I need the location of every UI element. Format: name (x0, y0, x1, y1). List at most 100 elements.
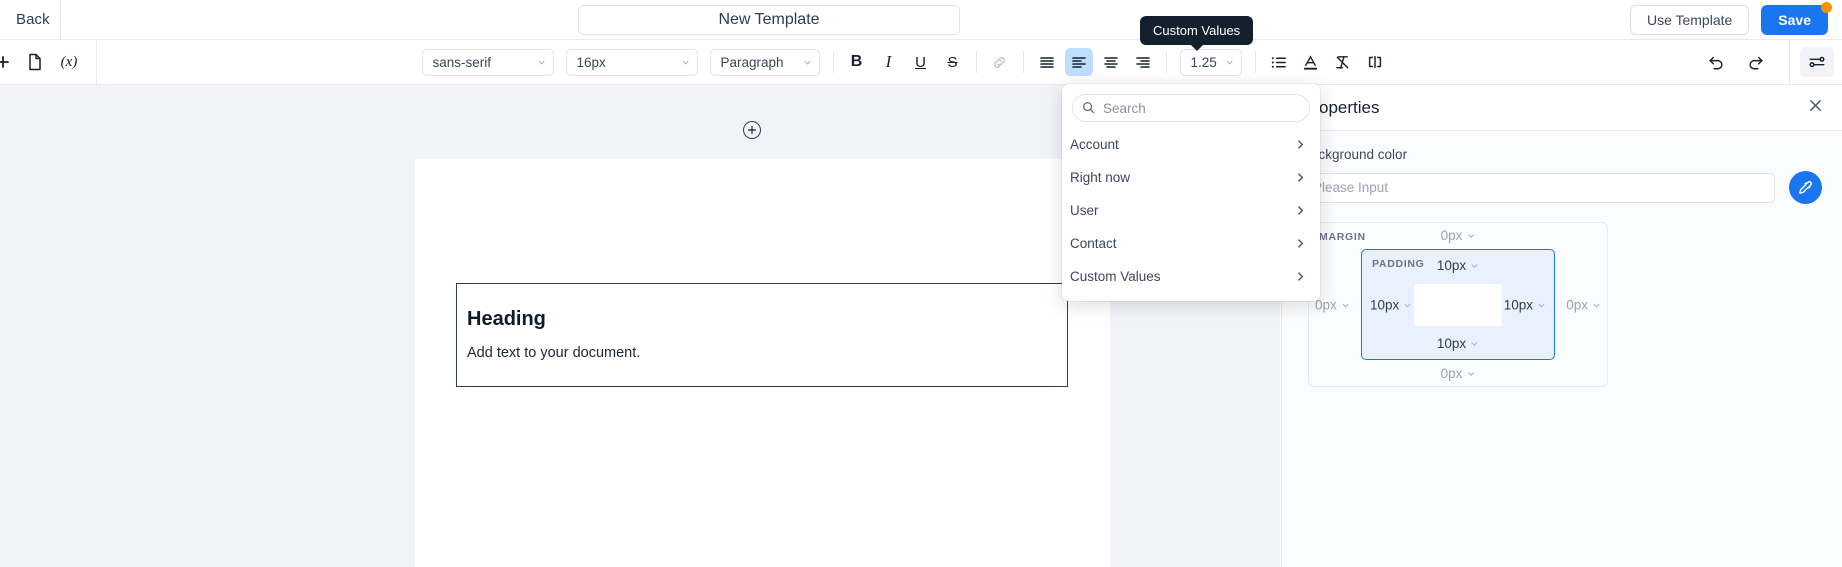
redo-icon[interactable] (1739, 47, 1773, 77)
toolbar-right-group (1699, 39, 1842, 85)
chevron-down-icon (1467, 234, 1475, 239)
undo-icon[interactable] (1699, 47, 1733, 77)
margin-right-value: 0px (1566, 297, 1588, 312)
toolbar-separator (832, 51, 834, 73)
line-height-value: 1.25 (1190, 54, 1217, 70)
dropdown-item-right-now[interactable]: Right now (1062, 161, 1320, 194)
content-box (1414, 283, 1502, 326)
align-justify-button[interactable] (1033, 48, 1061, 76)
app-root: Back Use Template Save Custom Values (0, 0, 1842, 567)
formula-variable-icon[interactable]: (x) (52, 47, 86, 77)
chevron-down-icon (537, 60, 545, 65)
dropdown-search-field[interactable] (1072, 94, 1310, 122)
properties-header: Properties (1282, 85, 1842, 131)
editor-toolbar: (x) sans-serif 16px Paragraph B I U S 1.… (0, 39, 1842, 85)
block-paragraph: Add text to your document. (467, 345, 641, 361)
clear-formatting-icon[interactable] (1329, 48, 1357, 76)
save-button[interactable]: Save (1761, 5, 1828, 35)
padding-top-control[interactable]: 10px (1437, 258, 1479, 273)
padding-box: PADDING 10px 10px 10px 10px (1361, 249, 1555, 360)
dropdown-item-account[interactable]: Account (1062, 128, 1320, 161)
chevron-right-icon (1298, 272, 1304, 281)
background-color-input[interactable] (1302, 172, 1775, 203)
padding-bottom-value: 10px (1436, 336, 1467, 351)
chevron-down-icon (681, 60, 689, 65)
topbar-divider (59, 0, 61, 40)
font-size-value: 16px (576, 54, 606, 70)
align-center-button[interactable] (1097, 48, 1125, 76)
margin-left-value: 0px (1315, 297, 1337, 312)
spacing-widget: MARGIN 0px 0px 0px 0px PADDING 10px 10px… (1308, 222, 1608, 387)
font-size-select[interactable]: 16px (565, 48, 698, 76)
align-left-button[interactable] (1064, 48, 1093, 76)
italic-button[interactable]: I (875, 48, 903, 76)
chevron-right-icon (1298, 140, 1304, 149)
dropdown-item-custom-values[interactable]: Custom Values (1062, 260, 1320, 293)
dropdown-item-contact[interactable]: Contact (1062, 227, 1320, 260)
dropdown-item-label: User (1070, 203, 1099, 218)
close-icon[interactable] (1807, 97, 1824, 118)
toolbar-divider-2 (1789, 39, 1790, 85)
padding-bottom-control[interactable]: 10px (1437, 336, 1479, 351)
padding-label: PADDING (1372, 258, 1425, 270)
strikethrough-button[interactable]: S (939, 48, 967, 76)
margin-label: MARGIN (1319, 231, 1366, 243)
chevron-down-icon (1538, 303, 1545, 308)
add-block-button[interactable] (743, 121, 761, 139)
toolbar-separator (1022, 51, 1024, 73)
properties-panel-toggle-icon[interactable] (1800, 47, 1834, 77)
margin-bottom-control[interactable]: 0px (1441, 366, 1476, 381)
document-page[interactable]: Heading Add text to your document. (415, 159, 1110, 567)
add-element-icon[interactable] (0, 47, 18, 77)
align-right-button[interactable] (1129, 48, 1157, 76)
custom-values-icon[interactable] (1361, 48, 1389, 76)
chevron-down-icon (1471, 264, 1478, 269)
chevron-right-icon (1298, 206, 1304, 215)
template-title-input[interactable] (578, 5, 960, 35)
font-family-select[interactable]: sans-serif (421, 48, 554, 76)
text-block[interactable]: Heading Add text to your document. (456, 283, 1068, 387)
dropdown-item-user[interactable]: User (1062, 194, 1320, 227)
dropdown-item-label: Custom Values (1070, 269, 1161, 284)
block-heading: Heading (467, 308, 546, 330)
document-icon[interactable] (18, 47, 52, 77)
chevron-down-icon (1342, 303, 1349, 308)
link-icon[interactable] (986, 48, 1014, 76)
use-template-button[interactable]: Use Template (1629, 5, 1750, 35)
line-height-select[interactable]: 1.25 (1179, 48, 1242, 76)
plus-icon (748, 126, 756, 134)
margin-left-control[interactable]: 0px (1315, 297, 1350, 312)
margin-top-control[interactable]: 0px (1441, 228, 1476, 243)
margin-right-control[interactable]: 0px (1566, 297, 1601, 312)
eyedropper-button[interactable] (1789, 171, 1822, 204)
back-button[interactable]: Back (6, 11, 60, 28)
underline-button[interactable]: U (907, 48, 935, 76)
chevron-right-icon (1298, 239, 1304, 248)
padding-top-value: 10px (1436, 258, 1467, 273)
dropdown-search-wrapper (1062, 94, 1320, 128)
background-color-row (1302, 171, 1822, 204)
template-title-wrapper (578, 5, 960, 35)
font-family-value: sans-serif (432, 54, 492, 70)
topbar-actions: Use Template Save (1629, 0, 1832, 40)
padding-left-control[interactable]: 10px (1370, 297, 1412, 312)
dropdown-items: Account Right now User Contact Custom Va… (1062, 128, 1320, 293)
chevron-down-icon (1225, 60, 1233, 65)
top-bar: Back Use Template Save (0, 0, 1842, 40)
bold-button[interactable]: B (843, 48, 871, 76)
properties-panel: Properties Background color MAR (1281, 85, 1842, 567)
background-color-label: Background color (1302, 147, 1408, 162)
paragraph-style-select[interactable]: Paragraph (709, 48, 820, 76)
padding-right-control[interactable]: 10px (1504, 297, 1546, 312)
toolbar-divider-1 (96, 39, 97, 85)
dropdown-item-label: Right now (1070, 170, 1131, 185)
save-unsaved-badge (1821, 2, 1832, 13)
custom-values-dropdown: Account Right now User Contact Custom Va… (1062, 84, 1320, 301)
text-color-icon[interactable] (1297, 48, 1325, 76)
toolbar-left-group: (x) (0, 39, 107, 85)
bullet-list-icon[interactable] (1265, 48, 1293, 76)
dropdown-item-label: Contact (1070, 236, 1117, 251)
chevron-down-icon (1404, 303, 1411, 308)
search-input[interactable] (1103, 100, 1309, 116)
toolbar-separator (1254, 51, 1256, 73)
